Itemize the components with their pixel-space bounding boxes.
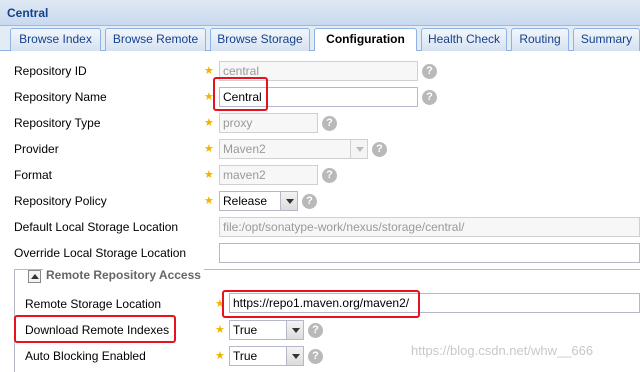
auto-blocking-select[interactable]: True	[229, 346, 304, 366]
required-star-icon: ★	[204, 169, 214, 181]
help-icon[interactable]: ?	[422, 90, 437, 105]
help-icon[interactable]: ?	[322, 168, 337, 183]
provider-label: Provider	[14, 142, 59, 156]
highlight-remote-storage	[222, 290, 420, 318]
auto-blocking-value: True	[233, 349, 258, 363]
chevron-down-icon[interactable]	[280, 192, 297, 210]
required-star-icon: ★	[204, 143, 214, 155]
auto-blocking-label: Auto Blocking Enabled	[25, 349, 146, 363]
repository-type-label: Repository Type	[14, 116, 101, 130]
required-star-icon: ★	[204, 117, 214, 129]
required-star-icon: ★	[204, 65, 214, 77]
tab-browse-storage[interactable]: Browse Storage	[210, 28, 310, 51]
repository-type-field[interactable]: proxy	[219, 113, 318, 133]
remote-storage-label: Remote Storage Location	[25, 297, 162, 311]
panel-title: Central	[7, 6, 49, 20]
tab-configuration[interactable]: Configuration	[314, 28, 417, 52]
tab-browse-index[interactable]: Browse Index	[10, 28, 101, 51]
default-storage-field[interactable]: file:/opt/sonatype-work/nexus/storage/ce…	[219, 217, 640, 237]
repository-policy-value: Release	[223, 194, 268, 208]
help-icon[interactable]: ?	[422, 64, 437, 79]
download-indexes-value: True	[233, 323, 258, 337]
tab-health-check[interactable]: Health Check	[421, 28, 507, 51]
tab-summary[interactable]: Summary	[573, 28, 640, 51]
provider-value: Maven2	[223, 142, 266, 156]
panel-header: Central	[0, 0, 640, 26]
required-star-icon: ★	[204, 195, 214, 207]
tab-browse-remote[interactable]: Browse Remote	[105, 28, 206, 51]
chevron-down-icon[interactable]	[350, 140, 367, 158]
help-icon[interactable]: ?	[372, 142, 387, 157]
help-icon[interactable]: ?	[302, 194, 317, 209]
collapse-toggle-icon[interactable]	[28, 270, 41, 283]
watermark-text: https://blog.csdn.net/whw__666	[411, 343, 594, 358]
required-star-icon: ★	[215, 324, 225, 336]
help-icon[interactable]: ?	[308, 349, 323, 364]
highlight-download-indexes	[14, 315, 176, 343]
help-icon[interactable]: ?	[322, 116, 337, 131]
download-indexes-select[interactable]: True	[229, 320, 304, 340]
configuration-form: Repository ID ★ central ? Repository Nam…	[0, 51, 640, 372]
format-label: Format	[14, 168, 53, 182]
repository-policy-label: Repository Policy	[14, 194, 107, 208]
help-icon[interactable]: ?	[308, 323, 323, 338]
chevron-down-icon[interactable]	[286, 347, 303, 365]
repository-name-label: Repository Name	[14, 90, 107, 104]
repository-id-label: Repository ID	[14, 64, 87, 78]
remote-access-legend: Remote Repository Access	[43, 268, 204, 282]
format-field[interactable]: maven2	[219, 165, 318, 185]
provider-select[interactable]: Maven2	[219, 139, 368, 159]
highlight-repository-name	[213, 77, 268, 111]
override-storage-field[interactable]	[219, 243, 640, 263]
override-storage-label: Override Local Storage Location	[14, 246, 187, 260]
default-storage-label: Default Local Storage Location	[14, 220, 179, 234]
chevron-down-icon[interactable]	[286, 321, 303, 339]
repository-policy-select[interactable]: Release	[219, 191, 298, 211]
tab-bar: Browse Index Browse Remote Browse Storag…	[0, 26, 640, 52]
tab-routing[interactable]: Routing	[511, 28, 569, 51]
required-star-icon: ★	[215, 350, 225, 362]
